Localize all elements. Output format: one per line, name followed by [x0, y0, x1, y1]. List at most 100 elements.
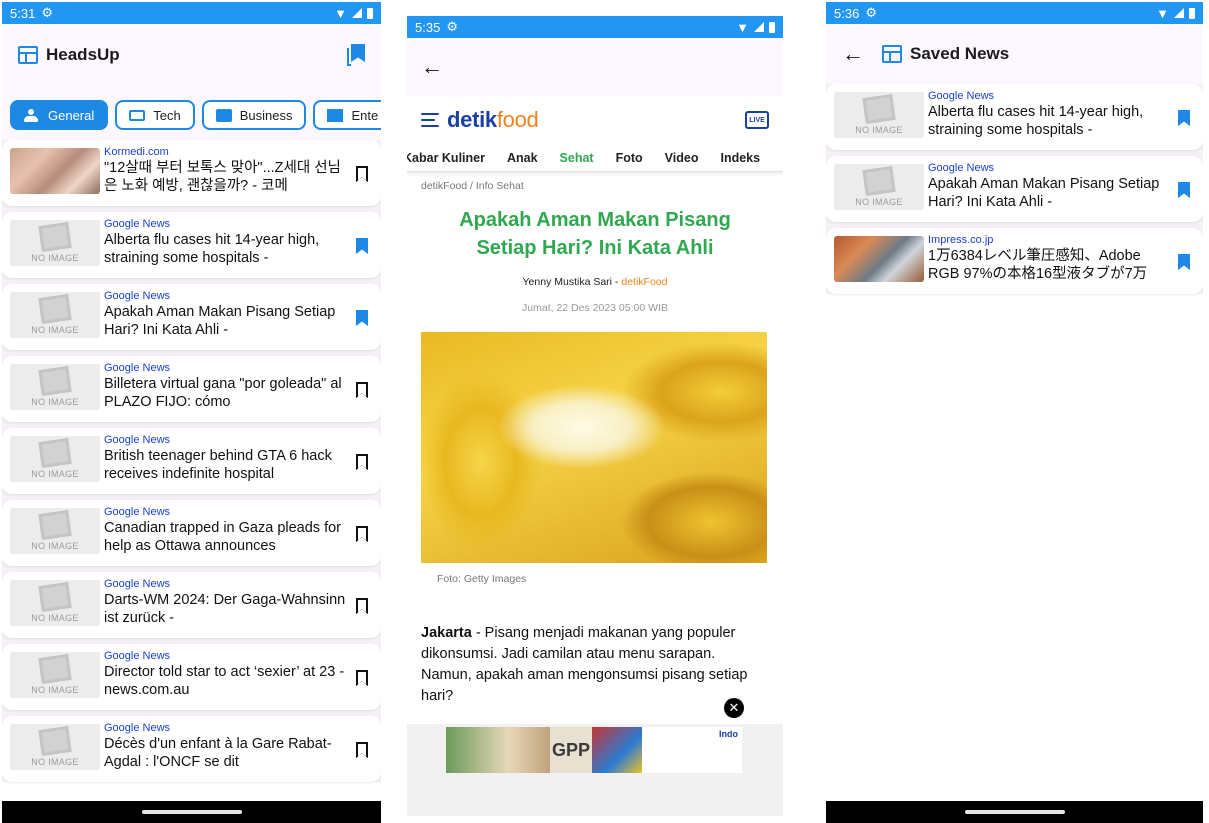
- no-image-label: NO IMAGE: [855, 125, 903, 135]
- news-card[interactable]: NO IMAGE Google News British teenager behi…: [2, 428, 381, 494]
- bookmark-button[interactable]: [351, 218, 373, 254]
- bookmark-outline-icon: [356, 166, 368, 182]
- no-image-placeholder: NO IMAGE: [834, 92, 924, 138]
- news-card[interactable]: NO IMAGE Google News Alberta flu cases hit…: [826, 84, 1203, 150]
- bookmark-button[interactable]: [351, 290, 373, 326]
- article-thumbnail: [834, 236, 924, 282]
- movie-icon: [327, 108, 344, 122]
- wifi-icon: ▼: [736, 19, 749, 35]
- ad-close-icon[interactable]: ✕: [724, 698, 744, 718]
- no-image-placeholder: NO IMAGE: [10, 580, 100, 626]
- detikfood-logo[interactable]: detikfood: [447, 107, 539, 133]
- news-card[interactable]: NO IMAGE Google News Billetera virtual gan…: [2, 356, 381, 422]
- no-image-placeholder: NO IMAGE: [10, 220, 100, 266]
- article-title: Alberta flu cases hit 14-year high, stra…: [104, 232, 320, 266]
- tab-tech[interactable]: Tech: [115, 100, 195, 130]
- tab-label: Business: [239, 107, 293, 123]
- card-body: Kormedi.com "12살때 부터 보톡스 맞아"...Z세대 선님은 노화…: [104, 146, 351, 195]
- home-handle[interactable]: [964, 810, 1065, 814]
- news-card[interactable]: NO IMAGE Google News Apakah Aman Makan Pis…: [826, 156, 1203, 222]
- people-icon: [24, 108, 40, 122]
- bookmark-button[interactable]: [351, 362, 373, 398]
- tab-entertainment[interactable]: Ente: [313, 100, 381, 130]
- live-tv-icon[interactable]: LIVE: [745, 111, 769, 129]
- bookmark-button[interactable]: [351, 434, 373, 470]
- nav-foto[interactable]: Foto: [616, 151, 643, 165]
- tab-label: Tech: [153, 107, 181, 123]
- news-card[interactable]: Kormedi.com "12살때 부터 보톡스 맞아"...Z세대 선님은 노화…: [2, 140, 381, 206]
- bookmark-button[interactable]: [351, 722, 373, 758]
- system-icons: ▼: [334, 6, 373, 21]
- bookmark-button[interactable]: [1173, 162, 1195, 198]
- no-image-label: NO IMAGE: [31, 541, 79, 551]
- card-body: Google News Décès d'un enfant à la Gare R…: [104, 722, 351, 771]
- tab-general[interactable]: General: [10, 100, 109, 130]
- saved-bookmarks-icon[interactable]: [347, 44, 365, 66]
- battery-icon: [1189, 7, 1195, 19]
- bookmark-button[interactable]: [351, 578, 373, 614]
- bookmark-filled-icon: [1178, 254, 1190, 270]
- article-title: Alberta flu cases hit 14-year high, stra…: [928, 104, 1144, 138]
- home-handle[interactable]: [141, 810, 242, 814]
- no-image-label: NO IMAGE: [31, 325, 79, 335]
- gesture-nav-bar: [826, 801, 1203, 823]
- status-bar: 5:36 ⚙ ▼: [826, 2, 1203, 24]
- article-title: British teenager behind GTA 6 hack recei…: [104, 448, 332, 482]
- article-title: Director told star to act ‘sexier’ at 23…: [104, 664, 345, 698]
- no-image-label: NO IMAGE: [31, 613, 79, 623]
- no-image-placeholder: NO IMAGE: [10, 364, 100, 410]
- nav-sehat[interactable]: Sehat: [560, 151, 594, 165]
- no-image-placeholder: NO IMAGE: [10, 436, 100, 482]
- newspaper-icon: [882, 45, 902, 63]
- tab-business[interactable]: Business: [201, 100, 307, 130]
- site-header: detikfood LIVE: [407, 96, 783, 144]
- news-card[interactable]: NO IMAGE Google News Alberta flu cases hit…: [2, 212, 381, 278]
- gesture-nav-bar: [2, 801, 381, 823]
- news-list: Kormedi.com "12살때 부터 보톡스 맞아"...Z세대 선님은 노화…: [2, 140, 381, 782]
- card-body: Google News Director told star to act ‘se…: [104, 650, 351, 699]
- breadcrumb[interactable]: detikFood / Info Sehat: [407, 172, 783, 192]
- back-arrow-icon[interactable]: ←: [842, 43, 864, 65]
- nav-kabar-kuliner[interactable]: Kabar Kuliner: [407, 151, 485, 165]
- bookmark-button[interactable]: [1173, 234, 1195, 270]
- status-time: 5:36: [834, 5, 860, 21]
- ad-banner[interactable]: GPP Indo: [446, 727, 742, 773]
- battery-icon: [769, 21, 775, 33]
- bookmark-filled-icon: [1178, 182, 1190, 198]
- logo-accent: food: [496, 107, 539, 132]
- status-bar: 5:31 ⚙ ▼: [2, 2, 381, 24]
- news-card[interactable]: NO IMAGE Google News Director told star to…: [2, 644, 381, 710]
- news-card[interactable]: NO IMAGE Google News Apakah Aman Makan Pis…: [2, 284, 381, 350]
- news-card[interactable]: NO IMAGE Google News Décès d'un enfant à l…: [2, 716, 381, 782]
- bookmark-outline-icon: [356, 526, 368, 542]
- nav-anak[interactable]: Anak: [507, 151, 538, 165]
- no-image-placeholder: NO IMAGE: [834, 164, 924, 210]
- back-arrow-icon[interactable]: ←: [421, 56, 443, 78]
- nav-indeks[interactable]: Indeks: [720, 151, 760, 165]
- card-body: Google News Apakah Aman Makan Pisang Seti…: [104, 290, 351, 339]
- menu-icon[interactable]: [421, 113, 439, 127]
- bookmark-button[interactable]: [351, 506, 373, 542]
- no-image-label: NO IMAGE: [31, 469, 79, 479]
- lead-city: Jakarta: [421, 625, 472, 641]
- bookmark-button[interactable]: [351, 146, 373, 182]
- tab-label: Ente: [351, 107, 379, 123]
- system-icons: ▼: [1156, 6, 1195, 21]
- bookmark-button[interactable]: [1173, 90, 1195, 126]
- ad-brand-logo[interactable]: Indo: [719, 729, 738, 739]
- article-source: Google News: [104, 650, 171, 662]
- image-placeholder-icon: [38, 654, 72, 684]
- bookmark-outline-icon: [356, 598, 368, 614]
- article-source: Google News: [104, 578, 171, 590]
- wifi-icon: ▼: [334, 5, 347, 21]
- nav-video[interactable]: Video: [665, 151, 699, 165]
- news-card[interactable]: NO IMAGE Google News Darts-WM 2024: Der Ga…: [2, 572, 381, 638]
- article-source: Google News: [928, 162, 995, 174]
- bookmark-button[interactable]: [351, 650, 373, 686]
- no-image-placeholder: NO IMAGE: [10, 652, 100, 698]
- news-card[interactable]: Impress.co.jp 1万6384レベル筆圧感知、Adobe RGB 97%…: [826, 228, 1203, 294]
- news-card[interactable]: NO IMAGE Google News Canadian trapped in G…: [2, 500, 381, 566]
- article-lead: Jakarta - Pisang menjadi makanan yang po…: [407, 595, 783, 707]
- banana-photo: [421, 332, 767, 563]
- article-title: Billetera virtual gana "por goleada" al …: [104, 376, 342, 410]
